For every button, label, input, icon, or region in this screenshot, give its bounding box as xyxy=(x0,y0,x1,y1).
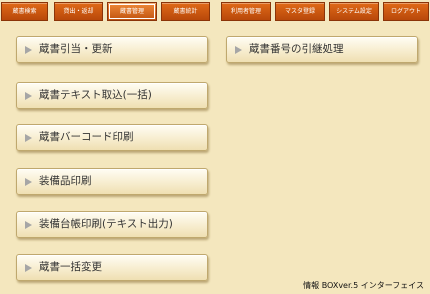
menu-button-equipment-ledger-print[interactable]: 装備台帳印刷(テキスト出力) xyxy=(16,211,208,238)
tab-lending[interactable]: 貸出・返却 xyxy=(54,2,103,21)
tab-master-registration[interactable]: マスタ登録 xyxy=(275,2,325,21)
menu-button-text-import[interactable]: 蔵書テキスト取込(一括) xyxy=(16,82,208,109)
menu-button-barcode-print[interactable]: 蔵書バーコード印刷 xyxy=(16,124,208,151)
tab-system-settings[interactable]: システム設定 xyxy=(329,2,379,21)
tab-search[interactable]: 蔵書検索 xyxy=(1,2,48,21)
button-label: 蔵書テキスト取込(一括) xyxy=(39,89,152,101)
tab-collection-management[interactable]: 蔵書管理 xyxy=(107,2,157,21)
top-navigation: 蔵書検索 貸出・返却 蔵書管理 蔵書統計 利用者管理 マスタ登録 システム設定 … xyxy=(0,0,430,26)
arrow-right-icon xyxy=(25,264,32,272)
arrow-right-icon xyxy=(25,221,32,229)
arrow-right-icon xyxy=(25,46,32,54)
arrow-right-icon xyxy=(25,178,32,186)
arrow-right-icon xyxy=(25,92,32,100)
menu-button-number-transfer[interactable]: 蔵書番号の引継処理 xyxy=(226,36,418,63)
footer-caption: 情報 BOXver.5 インターフェイス xyxy=(303,281,424,290)
menu-button-bulk-change[interactable]: 蔵書一括変更 xyxy=(16,254,208,281)
button-label: 蔵書番号の引継処理 xyxy=(249,43,344,55)
tab-user-management[interactable]: 利用者管理 xyxy=(221,2,271,21)
tab-statistics[interactable]: 蔵書統計 xyxy=(161,2,210,21)
button-label: 装備台帳印刷(テキスト出力) xyxy=(39,218,173,230)
arrow-right-icon xyxy=(25,134,32,142)
button-label: 蔵書一括変更 xyxy=(39,261,102,273)
arrow-right-icon xyxy=(235,46,242,54)
menu-button-equipment-print[interactable]: 装備品印刷 xyxy=(16,168,208,195)
button-label: 蔵書引当・更新 xyxy=(39,43,113,55)
button-label: 蔵書バーコード印刷 xyxy=(39,131,134,143)
menu-button-update-holdings[interactable]: 蔵書引当・更新 xyxy=(16,36,208,63)
tab-logout[interactable]: ログアウト xyxy=(383,2,429,21)
button-label: 装備品印刷 xyxy=(39,175,92,187)
